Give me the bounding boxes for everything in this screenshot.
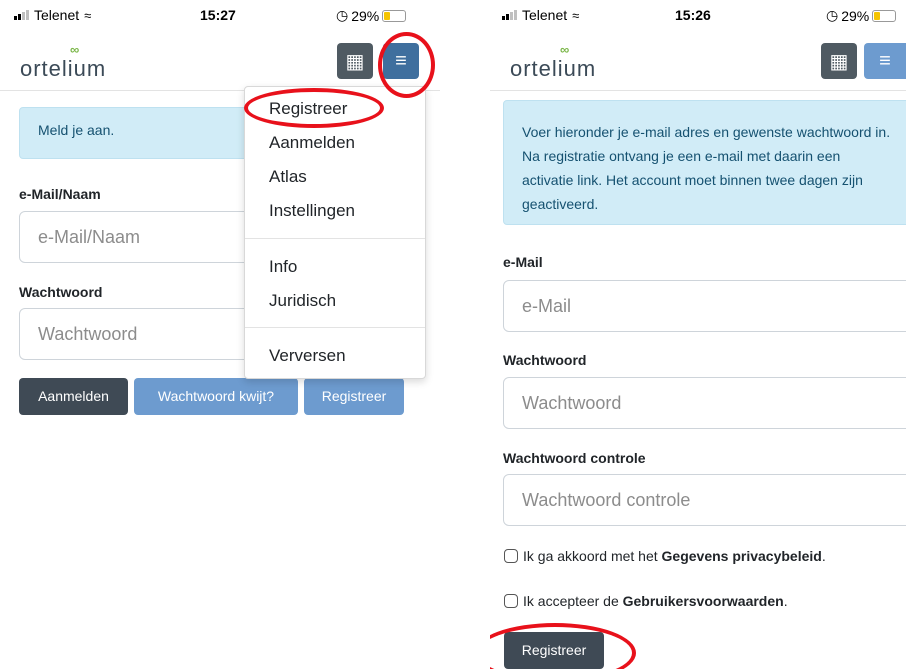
privacy-policy-link[interactable]: Gegevens privacybeleid bbox=[662, 548, 822, 564]
terms-suffix: . bbox=[783, 593, 788, 609]
battery-percent: 29% bbox=[841, 7, 870, 24]
terms-consent-row: Ik accepteer de Gebruikersvoorwaarden . bbox=[504, 593, 788, 609]
app-header: ∞ ortelium ▦ ≡ bbox=[0, 30, 440, 90]
menu-item-aanmelden[interactable]: Aanmelden bbox=[269, 133, 355, 153]
grid-button[interactable]: ▦ bbox=[821, 43, 857, 79]
register-button[interactable]: Registreer bbox=[304, 378, 404, 415]
battery-icon bbox=[872, 9, 897, 22]
nav-dropdown-menu: Registreer Aanmelden Atlas Instellingen … bbox=[244, 86, 426, 379]
carrier-name: Telenet bbox=[34, 7, 80, 23]
login-button[interactable]: Aanmelden bbox=[19, 378, 128, 415]
register-screen: Telenet ≈ 15:26 ◷ 29% ∞ ortelium ▦ ≡ Voe… bbox=[490, 0, 906, 669]
password-label: Wachtwoord bbox=[503, 352, 587, 368]
logo-mark-icon: ∞ bbox=[560, 42, 569, 57]
wifi-icon: ≈ bbox=[572, 7, 580, 23]
battery-percent: 29% bbox=[351, 7, 380, 24]
login-alert-text: Meld je aan. bbox=[38, 122, 115, 138]
terms-checkbox[interactable] bbox=[504, 594, 518, 608]
privacy-consent-row: Ik ga akkoord met het Gegevens privacybe… bbox=[504, 548, 826, 564]
grid-button[interactable]: ▦ bbox=[337, 43, 373, 79]
login-screen: Telenet ≈ 15:27 ◷ 29% ∞ ortelium ▦ ≡ Mel… bbox=[0, 0, 440, 669]
email-label: e-Mail bbox=[503, 254, 543, 270]
email-field[interactable]: e-Mail bbox=[503, 280, 906, 332]
menu-item-info[interactable]: Info bbox=[269, 257, 297, 277]
password-confirm-label: Wachtwoord controle bbox=[503, 450, 646, 466]
email-label: e-Mail/Naam bbox=[19, 186, 101, 202]
terms-text: Ik accepteer de bbox=[523, 593, 623, 609]
signal-icon bbox=[502, 10, 517, 20]
menu-item-atlas[interactable]: Atlas bbox=[269, 167, 307, 187]
logo-mark-icon: ∞ bbox=[70, 42, 79, 57]
grid-icon: ▦ bbox=[345, 50, 365, 73]
password-label: Wachtwoord bbox=[19, 284, 103, 300]
annotation-circle-register bbox=[490, 623, 636, 669]
annotation-circle-registreer bbox=[244, 88, 384, 128]
register-info-text: Voer hieronder je e-mail adres en gewens… bbox=[522, 124, 891, 212]
header-divider bbox=[490, 90, 906, 91]
password-field[interactable]: Wachtwoord bbox=[503, 377, 906, 429]
app-header: ∞ ortelium ▦ ≡ bbox=[490, 30, 906, 90]
menu-item-instellingen[interactable]: Instellingen bbox=[269, 201, 355, 221]
wifi-icon: ≈ bbox=[84, 7, 92, 23]
carrier-group: Telenet ≈ bbox=[502, 7, 579, 23]
clock: 15:27 bbox=[200, 7, 236, 23]
battery-icon bbox=[382, 9, 407, 22]
logo-text: ortelium bbox=[510, 56, 597, 81]
menu-divider bbox=[245, 238, 425, 239]
menu-item-verversen[interactable]: Verversen bbox=[269, 346, 346, 366]
hamburger-icon: ≡ bbox=[879, 49, 891, 72]
privacy-text: Ik ga akkoord met het bbox=[523, 548, 662, 564]
menu-button[interactable]: ≡ bbox=[864, 43, 906, 79]
carrier-group: Telenet ≈ bbox=[14, 7, 91, 23]
menu-item-juridisch[interactable]: Juridisch bbox=[269, 291, 336, 311]
status-bar: Telenet ≈ 15:26 ◷ 29% bbox=[490, 0, 906, 30]
privacy-suffix: . bbox=[821, 548, 826, 564]
register-info-alert: Voer hieronder je e-mail adres en gewens… bbox=[503, 100, 906, 225]
status-bar: Telenet ≈ 15:27 ◷ 29% bbox=[0, 0, 440, 30]
annotation-circle-menu bbox=[378, 32, 435, 98]
menu-divider bbox=[245, 327, 425, 328]
logo-text: ortelium bbox=[20, 56, 107, 81]
password-confirm-field[interactable]: Wachtwoord controle bbox=[503, 474, 906, 526]
terms-link[interactable]: Gebruikersvoorwaarden bbox=[623, 593, 784, 609]
forgot-password-button[interactable]: Wachtwoord kwijt? bbox=[134, 378, 298, 415]
grid-icon: ▦ bbox=[829, 50, 849, 73]
signal-icon bbox=[14, 10, 29, 20]
clock: 15:26 bbox=[675, 7, 711, 23]
alarm-icon: ◷ bbox=[336, 7, 349, 23]
privacy-checkbox[interactable] bbox=[504, 549, 518, 563]
alarm-icon: ◷ bbox=[826, 7, 839, 23]
battery-group: ◷ 29% bbox=[336, 7, 407, 24]
battery-group: ◷ 29% bbox=[826, 7, 897, 24]
carrier-name: Telenet bbox=[522, 7, 568, 23]
